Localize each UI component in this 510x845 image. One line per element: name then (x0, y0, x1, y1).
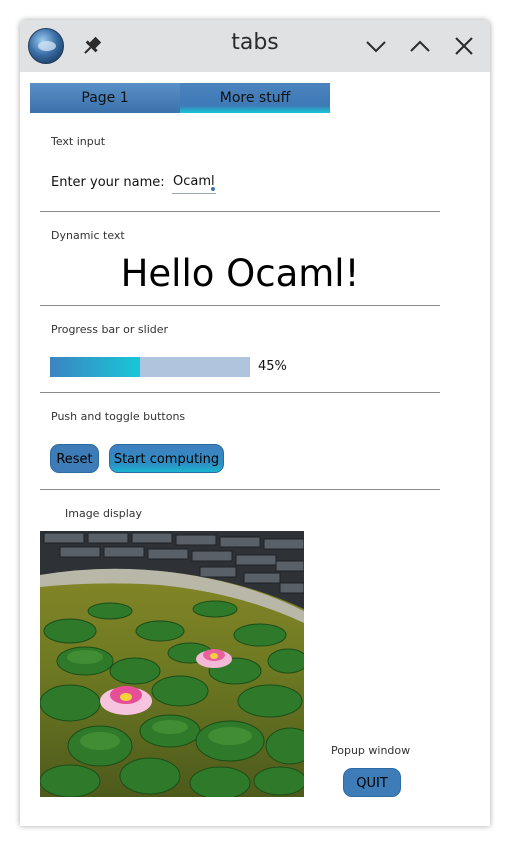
tab-page-1[interactable]: Page 1 (30, 83, 180, 113)
window-title: tabs (231, 30, 279, 55)
tab-more-stuff[interactable]: More stuff (180, 83, 330, 113)
chevron-down-icon[interactable] (362, 32, 390, 60)
separator (40, 211, 440, 212)
app-logo-icon[interactable] (28, 28, 64, 64)
chevron-up-icon[interactable] (406, 32, 434, 60)
progress-fill (50, 357, 140, 377)
progress-section-label: Progress bar or slider (51, 323, 169, 336)
pin-icon[interactable] (78, 32, 106, 60)
title-bar[interactable]: tabs (20, 20, 490, 72)
image-section-label: Image display (65, 507, 143, 520)
greeting-text: Hello Ocaml! (120, 252, 360, 295)
name-field-label: Enter your name: (51, 175, 165, 190)
buttons-section-label: Push and toggle buttons (51, 410, 186, 423)
name-input[interactable]: Ocaml (172, 174, 216, 194)
pond-photo (40, 531, 304, 797)
reset-button[interactable]: Reset (50, 444, 99, 473)
close-icon[interactable] (450, 32, 478, 60)
separator (40, 305, 440, 306)
text-input-section-label: Text input (51, 135, 106, 148)
start-computing-button[interactable]: Start computing (109, 444, 224, 473)
dynamic-text-section-label: Dynamic text (51, 229, 125, 242)
separator (40, 489, 440, 490)
app-window: tabs Page 1 More stuff Text input Enter … (20, 20, 490, 826)
popup-section-label: Popup window (331, 744, 411, 757)
progress-value: 45% (258, 359, 287, 374)
progress-slider[interactable] (50, 357, 250, 377)
tab-bar: Page 1 More stuff (30, 83, 330, 113)
separator (40, 392, 440, 393)
text-cursor-handle[interactable] (211, 187, 215, 191)
quit-button[interactable]: QUIT (343, 768, 401, 797)
